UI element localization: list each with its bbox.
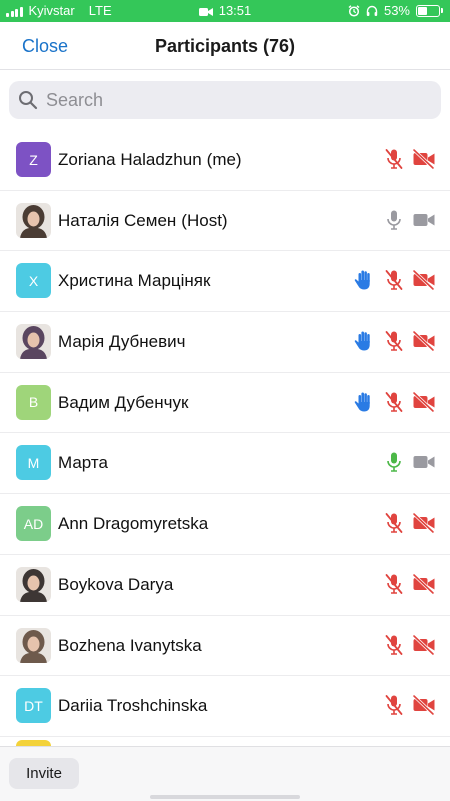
- bottom-toolbar: Invite: [0, 746, 450, 801]
- avatar: AD: [16, 506, 51, 542]
- participant-row[interactable]: X Христина Марціняк: [0, 251, 450, 313]
- status-right: 53%: [348, 3, 443, 18]
- participant-status-icons: [382, 450, 436, 474]
- participant-status-icons: [382, 208, 436, 232]
- clock: 13:51: [218, 3, 252, 18]
- participant-role: (me): [206, 150, 242, 169]
- headphones-icon: [366, 5, 378, 16]
- avatar-photo: [16, 627, 51, 663]
- participant-status-icons: [352, 329, 436, 353]
- participant-name: Dariia Troshchinska: [58, 696, 207, 716]
- alarm-icon: [348, 4, 360, 17]
- participant-name-text: Ann Dragomyretska: [58, 514, 209, 534]
- participant-name: Zoriana Haladzhun (me): [58, 150, 242, 170]
- participant-list: Z Zoriana Haladzhun (me) Наталія Семен (Host…: [0, 130, 450, 737]
- participant-status-icons: [382, 572, 436, 596]
- mic-muted-icon: [382, 390, 406, 414]
- raised-hand-icon: [352, 329, 376, 353]
- participant-name-text: Вадим Дубенчук: [58, 392, 189, 412]
- status-bar: Kyivstar LTE 13:51 53%: [0, 0, 450, 22]
- participant-name: Христина Марціняк: [58, 271, 210, 291]
- avatar: Z: [16, 142, 51, 177]
- avatar: DT: [16, 688, 51, 724]
- participant-row[interactable]: Наталія Семен (Host): [0, 191, 450, 252]
- raised-hand-icon: [352, 390, 376, 414]
- page-title: Participants (76): [154, 36, 296, 56]
- participant-status-icons: [382, 511, 436, 535]
- video-off-icon: [412, 147, 436, 171]
- carrier-name: Kyivstar: [28, 3, 75, 18]
- participant-name-text: Bozhena Ivanytska: [58, 635, 202, 655]
- participant-status-icons: [382, 633, 436, 657]
- battery-icon: [416, 4, 443, 17]
- participant-name-text: Христина Марціняк: [58, 271, 211, 291]
- raised-hand-icon: [352, 268, 376, 292]
- mic-muted-icon: [382, 572, 406, 596]
- search-bar[interactable]: [9, 81, 441, 119]
- participant-row[interactable]: AD Ann Dragomyretska: [0, 494, 450, 555]
- participant-status-icons: [352, 268, 436, 292]
- participant-name-text: Boykova Darya: [58, 574, 174, 594]
- participant-name-text: Марія Дубневич: [58, 332, 186, 352]
- nav-header: Close Participants (76): [0, 22, 450, 70]
- avatar: X: [16, 263, 51, 299]
- search-input[interactable]: [44, 88, 428, 112]
- avatar-photo: [16, 202, 51, 238]
- mic-muted-icon: [382, 693, 406, 717]
- network-type: LTE: [88, 3, 112, 18]
- participant-row[interactable]: Boykova Darya: [0, 555, 450, 616]
- participant-name: Наталія Семен (Host): [58, 211, 228, 231]
- mic-muted-icon: [382, 329, 406, 353]
- search-icon: [19, 91, 38, 110]
- avatar-photo: [16, 324, 51, 360]
- camera-icon: [198, 7, 213, 16]
- mic-muted-icon: [382, 511, 406, 535]
- invite-button[interactable]: Invite: [9, 758, 79, 789]
- microphone-icon: [382, 450, 406, 474]
- microphone-icon: [382, 208, 406, 232]
- video-off-icon: [412, 633, 436, 657]
- participant-name: Boykova Darya: [58, 575, 173, 595]
- video-off-icon: [412, 511, 436, 535]
- participant-name-text: Наталія Семен: [58, 210, 177, 230]
- participant-status-icons: [382, 147, 436, 171]
- participant-row[interactable]: B Вадим Дубенчук: [0, 373, 450, 434]
- participant-name: Вадим Дубенчук: [58, 393, 188, 413]
- status-left: Kyivstar LTE: [6, 3, 112, 18]
- participant-name: Ann Dragomyretska: [58, 514, 208, 534]
- video-off-icon: [412, 693, 436, 717]
- participant-row[interactable]: DT Dariia Troshchinska: [0, 676, 450, 737]
- participant-name-text: Dariia Troshchinska: [58, 696, 208, 716]
- avatar-photo: [16, 566, 51, 602]
- avatar: M: [16, 445, 51, 481]
- participant-row[interactable]: Z Zoriana Haladzhun (me): [0, 130, 450, 191]
- participant-row[interactable]: Bozhena Ivanytska: [0, 616, 450, 677]
- participant-name-text: Марта: [58, 453, 108, 473]
- battery-percent: 53%: [383, 3, 410, 18]
- mic-muted-icon: [382, 147, 406, 171]
- participant-name: Марта: [58, 453, 108, 473]
- participant-row[interactable]: Марія Дубневич: [0, 312, 450, 373]
- participant-status-icons: [352, 390, 436, 414]
- mic-muted-icon: [382, 633, 406, 657]
- video-camera-icon: [412, 450, 436, 474]
- mic-muted-icon: [382, 268, 406, 292]
- video-camera-icon: [412, 208, 436, 232]
- participant-name: Bozhena Ivanytska: [58, 636, 202, 656]
- signal-icon: [6, 5, 23, 17]
- participant-status-icons: [382, 693, 436, 717]
- video-off-icon: [412, 572, 436, 596]
- participant-name: Марія Дубневич: [58, 332, 186, 352]
- video-off-icon: [412, 329, 436, 353]
- video-off-icon: [412, 268, 436, 292]
- avatar: B: [16, 384, 51, 420]
- participant-role: (Host): [181, 210, 228, 230]
- participant-name-text: Zoriana Haladzhun: [58, 150, 202, 169]
- home-indicator[interactable]: [150, 795, 300, 799]
- participant-row[interactable]: M Марта: [0, 433, 450, 495]
- video-off-icon: [412, 390, 436, 414]
